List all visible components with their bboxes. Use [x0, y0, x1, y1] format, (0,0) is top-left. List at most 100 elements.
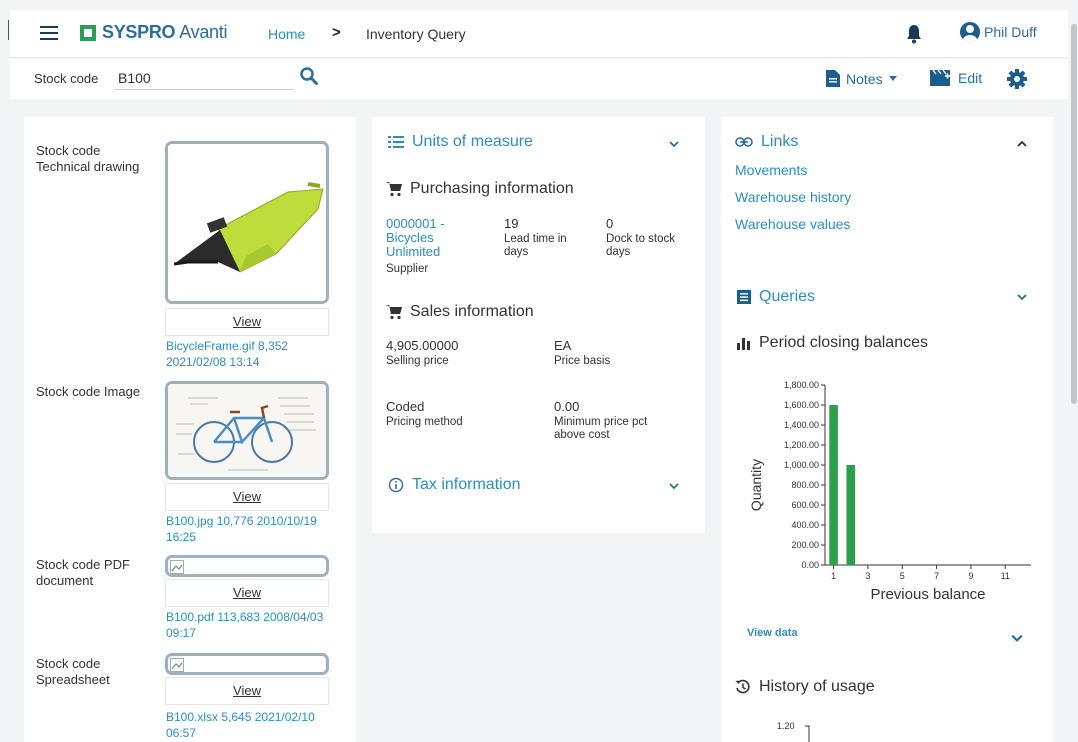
breadcrumb-separator: > [332, 24, 341, 41]
logo-product: Avanti [179, 22, 228, 42]
bicycle-image-thumbnail[interactable] [165, 381, 329, 480]
queries-title: Queries [759, 288, 816, 305]
bar [829, 405, 838, 565]
info-icon [388, 477, 404, 493]
price-basis-label: Price basis [554, 355, 611, 367]
purchasing-info-header: Purchasing information [386, 180, 574, 198]
attachment-label: Stock code Technical drawing [36, 143, 140, 174]
notifications-bell-icon[interactable] [906, 24, 922, 49]
user-name: Phil Duff [984, 24, 1037, 40]
lead-time-value: 19 [504, 216, 519, 231]
supplier-label: Supplier [386, 263, 429, 275]
user-avatar-icon [960, 22, 980, 42]
page-scrollbar[interactable] [1069, 0, 1078, 742]
queries-list-icon [737, 290, 751, 304]
x-tick-label: 5 [900, 571, 905, 581]
y-tick-label: 400.00 [791, 520, 819, 530]
window-top-strip [0, 0, 1078, 10]
file-meta[interactable]: B100.pdf 113,683 2008/04/03 09:17 [166, 609, 338, 641]
history-axis [805, 725, 810, 742]
bar [846, 465, 856, 565]
stock-code-input[interactable] [114, 66, 294, 90]
breadcrumb-home[interactable]: Home [268, 26, 305, 42]
queries-header[interactable]: Queries [737, 288, 815, 306]
min-price-label: Minimum price pct above cost [554, 416, 648, 441]
gear-icon[interactable] [1006, 68, 1028, 95]
period-closing-title: Period closing balances [759, 334, 928, 351]
selling-price-value: 4,905.00000 [386, 338, 459, 353]
link-warehouse-values[interactable]: Warehouse values [735, 216, 850, 232]
view-data-link[interactable]: View data [747, 627, 798, 639]
link-movements[interactable]: Movements [735, 162, 807, 178]
file-meta[interactable]: BicycleFrame.gif 8,352 2021/02/08 13:14 [166, 338, 338, 370]
min-price-value: 0.00 [554, 399, 580, 414]
x-tick-label: 1 [831, 571, 836, 581]
details-panel: Units of measure Purchasing information … [372, 117, 705, 533]
links-header[interactable]: Links [735, 133, 798, 151]
scrollbar-thumb[interactable] [1071, 24, 1077, 404]
edit-button[interactable]: Edit [930, 70, 982, 86]
technical-drawing-thumbnail[interactable] [165, 141, 329, 304]
notes-button[interactable]: Notes [826, 70, 897, 87]
chevron-up-icon[interactable] [1017, 139, 1027, 149]
y-tick-label: 600.00 [791, 500, 819, 510]
menu-icon[interactable] [40, 26, 58, 40]
x-tick-label: 7 [934, 571, 939, 581]
link-warehouse-history[interactable]: Warehouse history [735, 189, 851, 205]
pdf-thumbnail[interactable] [165, 555, 329, 577]
units-of-measure-header[interactable]: Units of measure [388, 133, 533, 151]
purchasing-info-title: Purchasing information [410, 180, 574, 197]
tax-info-header[interactable]: Tax information [388, 476, 521, 494]
history-of-usage-header: History of usage [735, 678, 875, 696]
broken-image-icon [170, 560, 184, 574]
stock-code-label: Stock code [34, 71, 99, 86]
sales-info-title: Sales information [410, 303, 534, 320]
file-meta[interactable]: B100.jpg 10,776 2010/10/19 16:25 [166, 513, 338, 545]
syspro-logo[interactable]: SYSPRO Avanti [80, 22, 227, 43]
cart-icon [386, 182, 402, 197]
view-button[interactable]: View [165, 677, 329, 705]
attachment-label: Stock code Image [36, 384, 141, 399]
y-tick-label: 1,200.00 [784, 440, 819, 450]
dock-to-stock-label: Dock to stock days [606, 233, 676, 258]
notes-label: Notes [846, 70, 883, 87]
top-bar: SYSPRO Avanti Home > Inventory Query Phi… [10, 10, 1068, 58]
x-tick-label: 11 [1001, 571, 1010, 581]
spreadsheet-thumbnail[interactable] [165, 653, 329, 675]
chevron-down-icon[interactable] [669, 481, 679, 491]
y-axis-title: Quantity [748, 459, 764, 511]
pricing-method-value: Coded [386, 399, 425, 414]
breadcrumb-current: Inventory Query [366, 26, 466, 42]
y-tick-label: 200.00 [791, 540, 819, 550]
user-menu[interactable]: Phil Duff [960, 22, 1037, 42]
chevron-down-icon[interactable] [1011, 632, 1023, 644]
attachment-label: Stock code Spreadsheet [36, 656, 110, 687]
period-closing-chart: 0.00 200.00 400.00 600.00 800.00 1,000.00 1,20… [748, 380, 1031, 603]
links-title: Links [761, 133, 799, 150]
pricing-method-label: Pricing method [386, 416, 463, 428]
search-icon[interactable] [300, 67, 318, 90]
x-axis-title: Previous balance [870, 586, 985, 603]
list-icon [388, 136, 404, 148]
view-button[interactable]: View [165, 308, 329, 336]
supplier-link[interactable]: 0000001 - Bicycles Unlimited [386, 217, 466, 259]
y-tick-label: 800.00 [791, 480, 819, 490]
notes-document-icon [826, 70, 840, 87]
view-button[interactable]: View [165, 579, 329, 607]
chevron-down-icon[interactable] [669, 139, 679, 149]
history-y-tick: 1.20 [777, 721, 795, 731]
view-button[interactable]: View [165, 483, 329, 511]
file-meta[interactable]: B100.xlsx 5,645 2021/02/10 06:57 [166, 709, 338, 741]
y-tick-label: 1,800.00 [784, 380, 819, 390]
x-tick-label: 9 [968, 571, 973, 581]
edit-label: Edit [958, 70, 983, 86]
y-tick-label: 1,400.00 [784, 420, 819, 430]
history-icon [735, 679, 750, 694]
period-closing-header: Period closing balances [737, 334, 928, 352]
logo-brand: SYSPRO [102, 22, 176, 42]
stock-code-bar: Stock code Notes Edit [10, 59, 1068, 99]
attachments-panel: Stock code Technical drawing View Bicycl… [24, 117, 356, 742]
window-edge [8, 20, 9, 40]
chevron-down-icon[interactable] [1017, 292, 1027, 302]
edit-clapboard-icon [930, 70, 950, 86]
